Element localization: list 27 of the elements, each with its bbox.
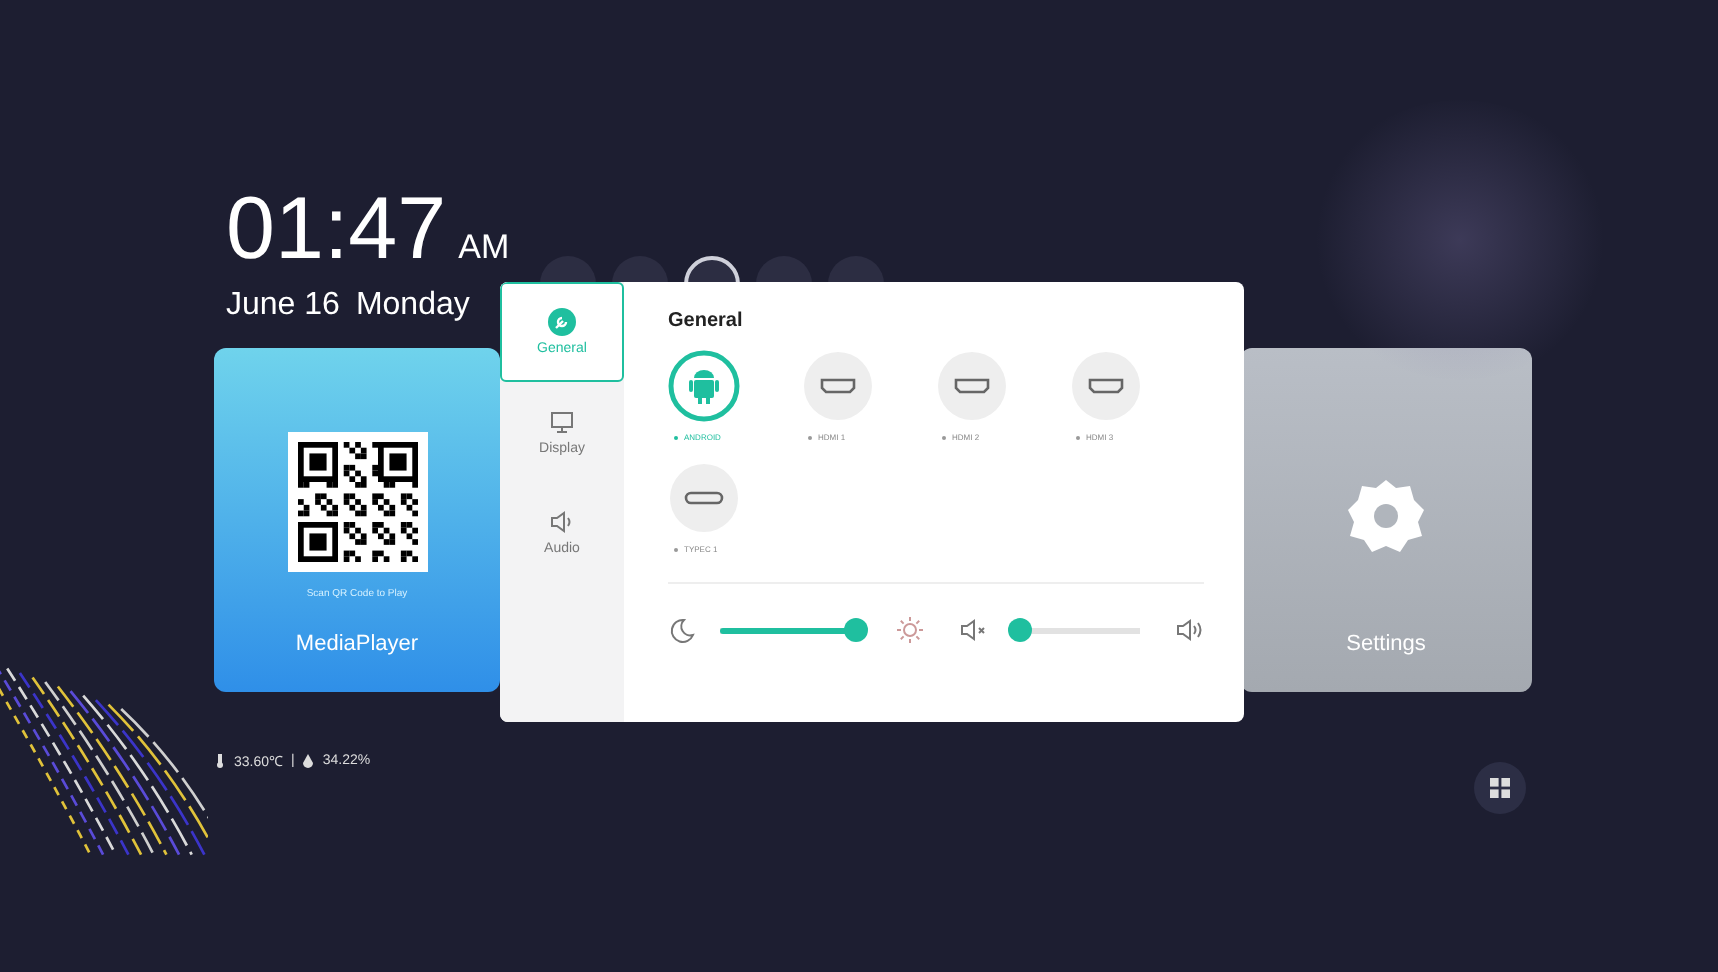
hdmi-port-icon — [936, 350, 1008, 422]
weekday-text: Monday — [355, 288, 470, 324]
clock-meridiem: AM — [458, 228, 510, 268]
moon-icon — [668, 616, 696, 644]
grid-icon — [1490, 778, 1510, 798]
qr-code — [287, 432, 427, 572]
card-label: MediaPlayer — [295, 632, 419, 656]
panel-title: General — [668, 310, 745, 332]
date-text: June 16 — [226, 288, 340, 324]
card-label: Settings — [1346, 632, 1426, 656]
monitor-icon — [548, 408, 576, 436]
wrench-icon — [548, 308, 576, 336]
water-drop-icon — [302, 754, 315, 768]
hdmi-port-icon — [802, 350, 874, 422]
android-icon — [668, 350, 740, 422]
speaker-icon — [548, 508, 576, 536]
usb-c-port-icon — [668, 462, 740, 534]
slider-thumb[interactable] — [1007, 618, 1032, 642]
thermometer-icon — [214, 754, 226, 768]
hdmi-port-icon — [1070, 350, 1142, 422]
sun-icon — [896, 616, 924, 644]
settings-card[interactable]: Settings — [1240, 348, 1532, 692]
speaker-icon — [1176, 616, 1204, 644]
clock-time: 01:47 — [226, 184, 447, 276]
slider-thumb[interactable] — [843, 618, 868, 642]
apps-button[interactable] — [1474, 762, 1526, 814]
muted-speaker-icon — [960, 616, 988, 644]
